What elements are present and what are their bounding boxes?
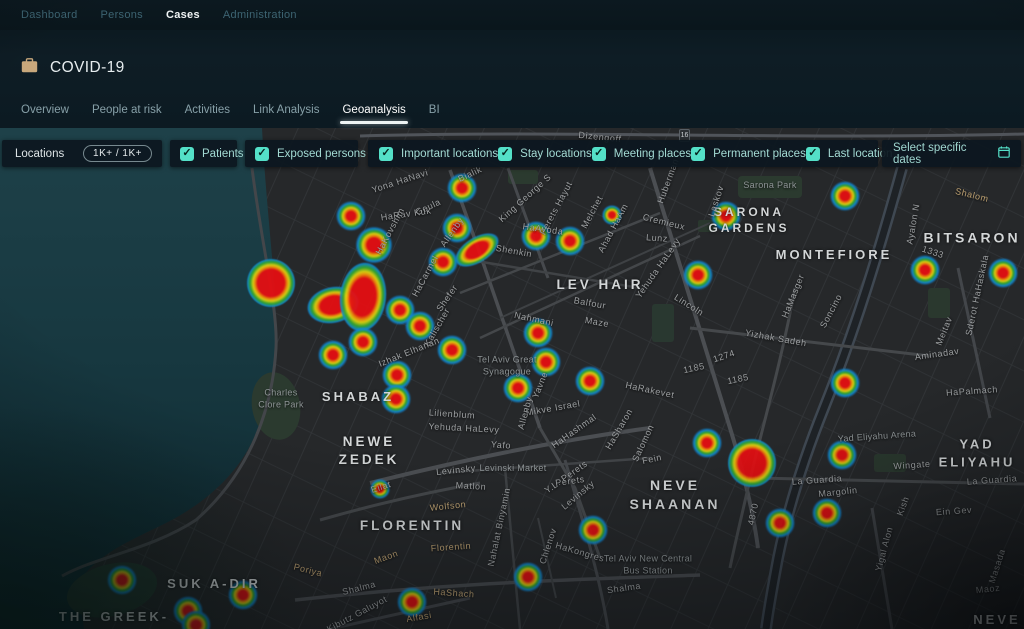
heat-point[interactable] — [500, 370, 536, 406]
tab-activities[interactable]: Activities — [185, 104, 230, 124]
heat-point[interactable] — [985, 255, 1021, 291]
filter-checkbox-important-locations[interactable]: ✓ Important locations — [379, 146, 499, 161]
filter-chip-group: ✓ Important locations ✓ Stay locations ✓ Meet… — [368, 140, 892, 167]
locations-count-pill: 1K+ / 1K+ — [83, 145, 152, 162]
filter-checkbox-label: Meeting places — [613, 147, 692, 160]
heat-point[interactable] — [378, 381, 414, 417]
filter-checkbox-label: Exposed persons — [277, 147, 366, 160]
checkbox-checked-icon[interactable]: ✓ — [591, 146, 606, 161]
heat-point[interactable] — [394, 584, 430, 620]
heat-point[interactable] — [572, 363, 608, 399]
filter-checkbox-permanent-places[interactable]: ✓ Permanent places — [691, 146, 806, 161]
heat-point[interactable] — [809, 495, 845, 531]
heat-point[interactable] — [827, 365, 863, 401]
filter-chip-exposed[interactable]: ✓ Exposed persons — [245, 140, 366, 167]
heat-point[interactable] — [225, 577, 261, 613]
briefcase-icon — [21, 58, 38, 78]
calendar-icon — [998, 145, 1010, 163]
heat-point[interactable] — [368, 477, 392, 501]
checkbox-checked-icon[interactable]: ✓ — [255, 146, 269, 161]
tab-bi[interactable]: BI — [429, 104, 440, 124]
filter-checkbox-stay-locations[interactable]: ✓ Stay locations — [498, 146, 592, 161]
checkbox-checked-icon[interactable]: ✓ — [691, 146, 706, 161]
filter-checkbox-patients[interactable]: ✓ Patients — [180, 146, 244, 161]
heat-point[interactable] — [518, 218, 554, 254]
top-chrome: Dashboard Persons Cases Administration COVI… — [0, 0, 1024, 128]
checkbox-checked-icon[interactable]: ✓ — [379, 146, 393, 161]
heat-point[interactable] — [708, 198, 744, 234]
case-tabs: Overview People at risk Activities Link Ana… — [21, 104, 440, 124]
heat-point[interactable] — [104, 562, 140, 598]
heat-point[interactable] — [824, 437, 860, 473]
heat-point[interactable] — [827, 178, 863, 214]
filter-checkbox-label: Stay locations — [520, 147, 592, 160]
heat-point[interactable] — [723, 434, 781, 492]
heat-point[interactable] — [402, 308, 438, 344]
select-dates-button[interactable]: Select specific dates — [882, 140, 1021, 167]
filter-checkbox-label: Important locations — [401, 147, 499, 160]
checkbox-checked-icon[interactable]: ✓ — [498, 146, 513, 161]
heat-point[interactable] — [510, 559, 546, 595]
main-navbar: Dashboard Persons Cases Administration — [0, 0, 1024, 30]
heat-point[interactable] — [680, 257, 716, 293]
heat-point[interactable] — [242, 254, 300, 312]
heat-point[interactable] — [434, 332, 470, 368]
locations-label: Locations — [15, 147, 65, 160]
tab-overview[interactable]: Overview — [21, 104, 69, 124]
page-title: COVID-19 — [50, 59, 125, 76]
filter-chip-patients[interactable]: ✓ Patients — [170, 140, 244, 167]
app-window: SARONA GARDENS MONTEFIORE BITSARON LEV HAIR… — [0, 0, 1024, 629]
heat-point[interactable] — [528, 344, 564, 380]
nav-item-dashboard[interactable]: Dashboard — [21, 9, 78, 21]
tab-link-analysis[interactable]: Link Analysis — [253, 104, 319, 124]
filter-checkbox-label: Patients — [202, 147, 244, 160]
heat-point[interactable] — [600, 203, 624, 227]
locations-summary[interactable]: Locations 1K+ / 1K+ — [2, 140, 162, 167]
heat-point[interactable] — [552, 223, 588, 259]
filter-checkbox-last-location[interactable]: ✓ Last location — [805, 146, 892, 161]
checkbox-checked-icon[interactable]: ✓ — [180, 146, 194, 161]
nav-item-persons[interactable]: Persons — [101, 9, 143, 21]
filter-checkbox-label: Permanent places — [713, 147, 806, 160]
nav-item-cases[interactable]: Cases — [166, 9, 200, 21]
tab-geoanalysis[interactable]: Geoanalysis — [340, 104, 409, 124]
tab-people-at-risk[interactable]: People at risk — [92, 104, 162, 124]
filter-checkbox-meeting-places[interactable]: ✓ Meeting places — [591, 146, 692, 161]
map-filter-bar: Locations 1K+ / 1K+ ✓ Patients ✓ Exposed p… — [0, 140, 1024, 167]
case-header: COVID-19 — [21, 58, 125, 78]
filter-checkbox-exposed-persons[interactable]: ✓ Exposed persons — [255, 146, 366, 161]
map-canvas[interactable]: SARONA GARDENS MONTEFIORE BITSARON LEV HAIR… — [0, 128, 1024, 629]
heat-point[interactable] — [762, 505, 798, 541]
heat-point[interactable] — [575, 512, 611, 548]
heat-point[interactable] — [315, 337, 351, 373]
heat-point[interactable] — [444, 170, 480, 206]
checkbox-checked-icon[interactable]: ✓ — [805, 146, 820, 161]
nav-item-administration[interactable]: Administration — [223, 9, 297, 21]
heat-point[interactable] — [689, 425, 725, 461]
select-dates-label: Select specific dates — [893, 141, 967, 166]
heat-point[interactable] — [907, 252, 943, 288]
